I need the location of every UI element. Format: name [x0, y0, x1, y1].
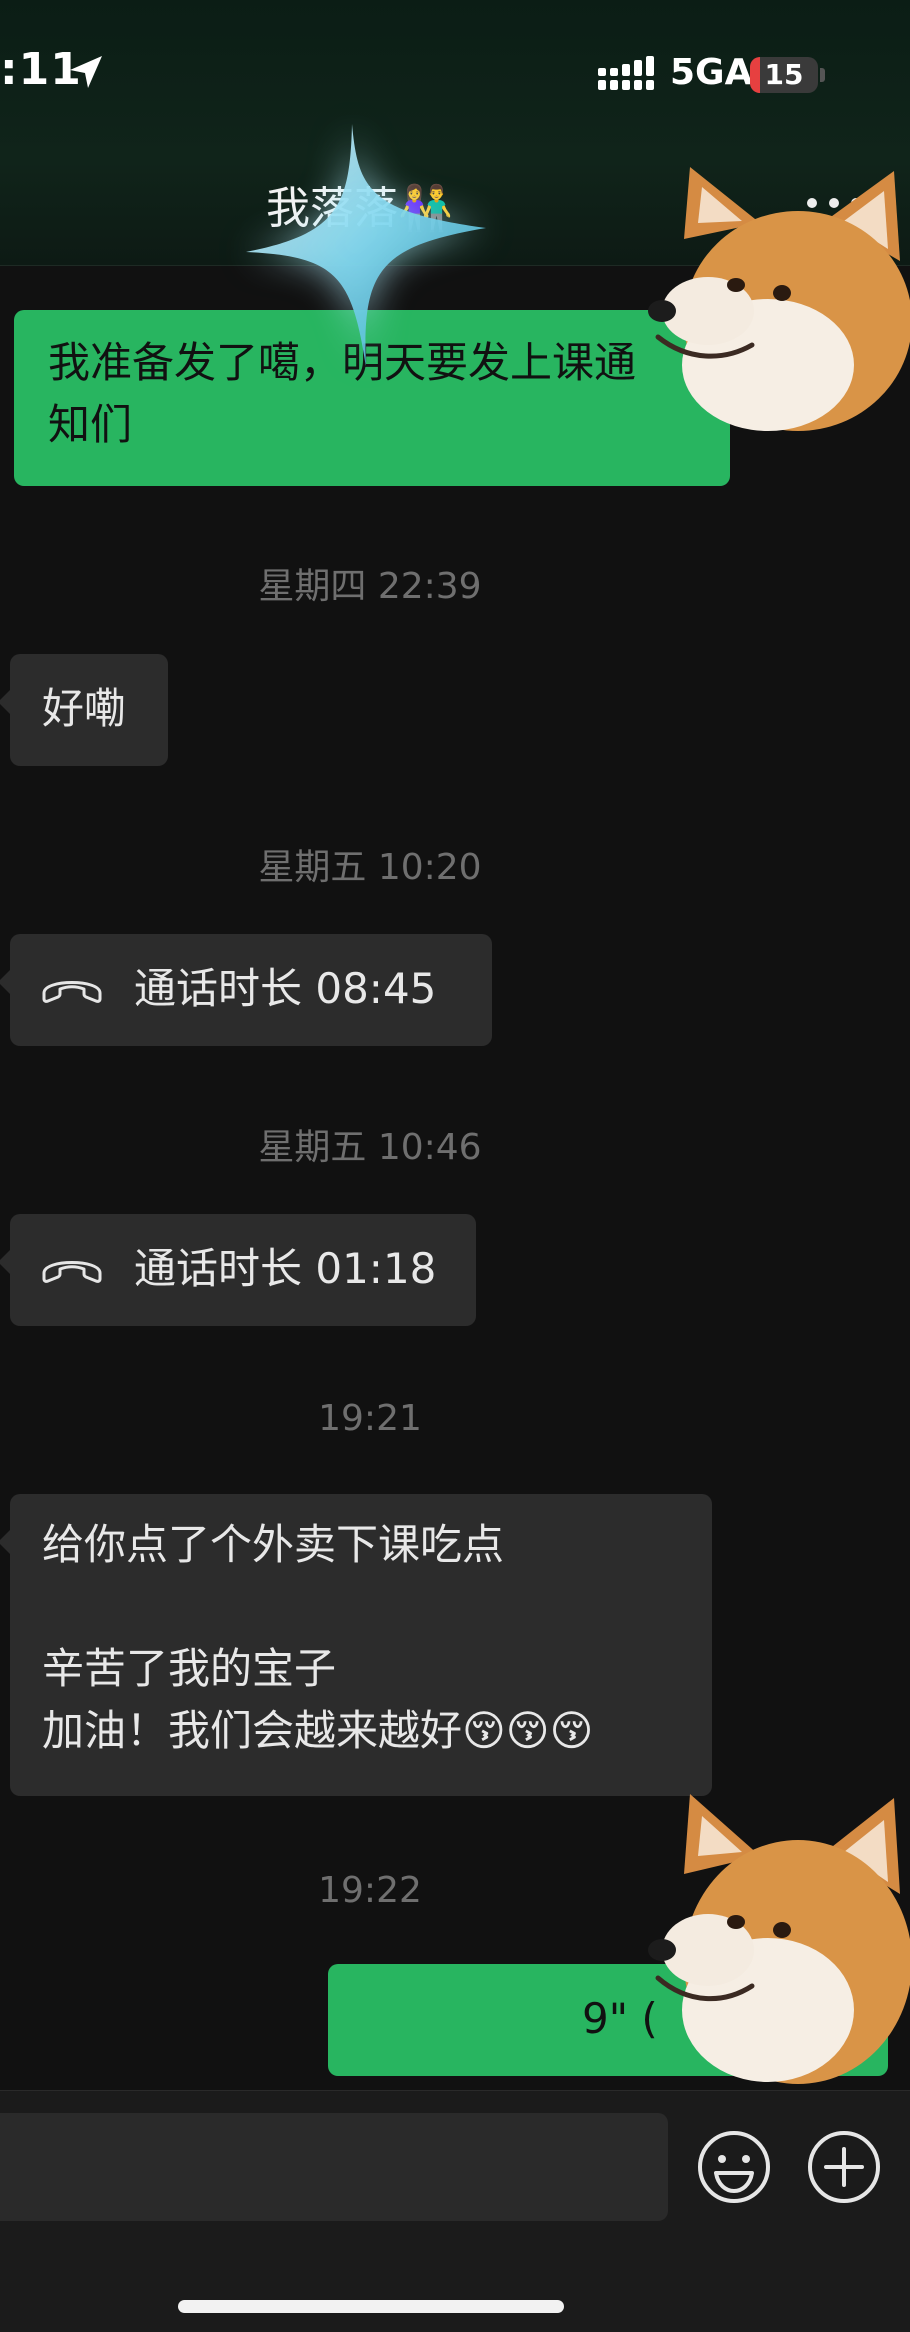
- call-duration-text: 通话时长 01:18: [134, 1244, 437, 1293]
- phone-hangup-icon: [42, 1261, 102, 1283]
- bubble-tail: [0, 1250, 10, 1274]
- bubble-tail: [0, 970, 10, 994]
- phone-hangup-icon: [42, 981, 102, 1003]
- timestamp: 星期四 22:39: [258, 566, 482, 607]
- timestamp: 19:21: [318, 1398, 422, 1439]
- timestamp: 星期五 10:20: [258, 847, 482, 888]
- signal-icon: [598, 56, 656, 96]
- plus-circle-icon[interactable]: [806, 2129, 882, 2205]
- network-type: 5GA: [670, 52, 753, 93]
- voice-duration: 9" (: [582, 1994, 658, 2043]
- timestamp: 星期五 10:46: [258, 1127, 482, 1168]
- message-text: 给你点了个外卖下课吃点: [42, 1520, 505, 1569]
- call-record-bubble[interactable]: 通话时长 08:45: [0, 934, 492, 1046]
- home-indicator[interactable]: [178, 2300, 564, 2313]
- timestamp: 19:22: [318, 1870, 422, 1911]
- shiba-dog-sticker: [648, 165, 910, 445]
- call-record-bubble[interactable]: 通话时长 01:18: [0, 1214, 476, 1326]
- emoji-icon[interactable]: [696, 2129, 772, 2205]
- battery-percent: 15: [764, 58, 804, 91]
- message-text: 好嘞: [42, 684, 127, 733]
- input-bar: [0, 2090, 910, 2332]
- message-text: 辛苦了我的宝子: [42, 1644, 337, 1693]
- battery-cap: [820, 68, 825, 82]
- battery-icon: 15: [750, 57, 818, 93]
- message-bubble-incoming[interactable]: 给你点了个外卖下课吃点 辛苦了我的宝子 加油！我们会越来越好😚😚😚: [0, 1494, 712, 1796]
- message-input[interactable]: [0, 2113, 668, 2221]
- message-text: 加油！我们会越来越好😚😚😚: [42, 1706, 594, 1755]
- bubble-tail: [0, 1530, 10, 1554]
- bubble-tail: [0, 690, 10, 714]
- message-text-blank: [42, 1576, 712, 1638]
- message-text: 知们: [48, 400, 133, 449]
- sparkle-sticker: [240, 120, 500, 370]
- message-bubble-incoming[interactable]: 好嘞: [0, 654, 168, 766]
- call-duration-text: 通话时长 08:45: [134, 964, 437, 1013]
- shiba-dog-sticker: [648, 1790, 910, 2094]
- location-arrow-icon: [66, 52, 106, 92]
